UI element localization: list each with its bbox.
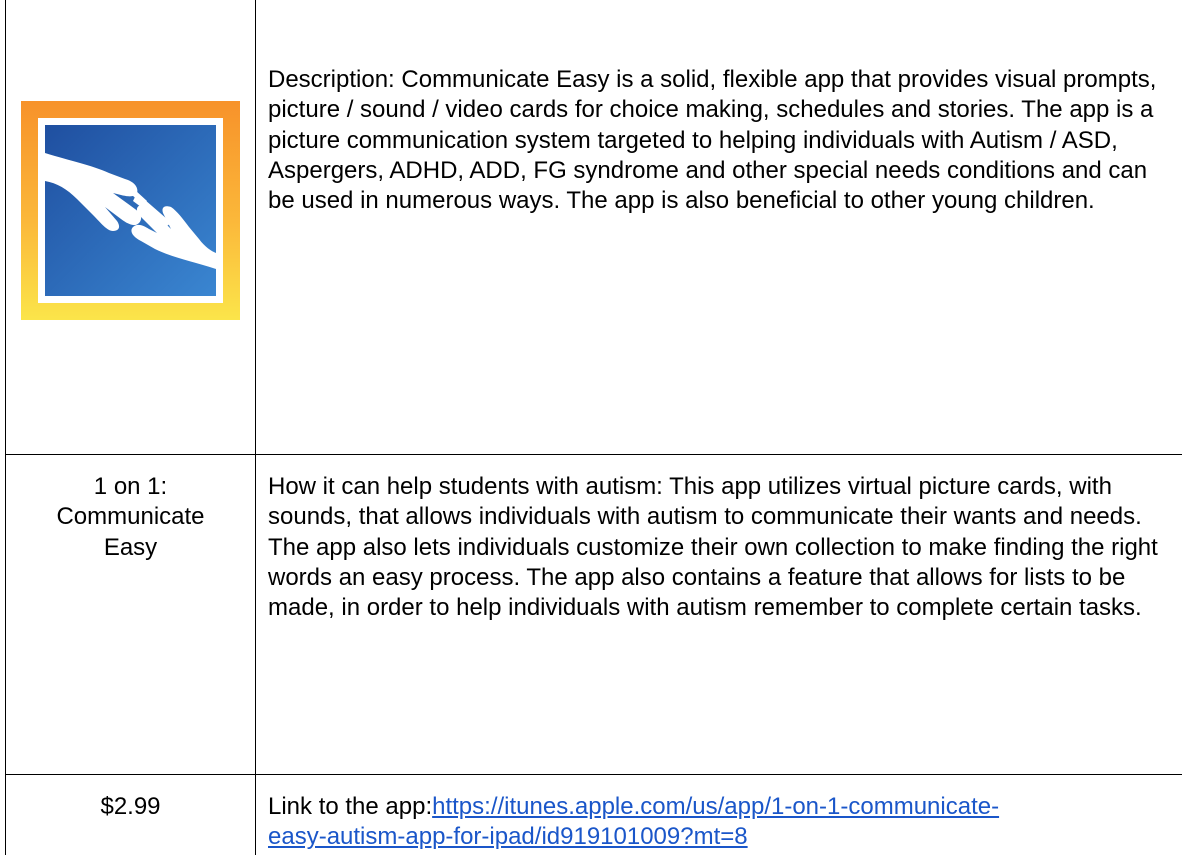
table-row-divider-2: [5, 774, 1182, 775]
table-row-divider-1: [5, 454, 1182, 455]
app-name-line-3: Easy: [103, 533, 158, 561]
app-name-line-2: Communicate: [56, 503, 205, 531]
app-price: $2.99: [100, 793, 161, 820]
table-column-divider: [255, 0, 256, 855]
app-store-link-part-2[interactable]: easy-autism-app-for-ipad/id919101009?mt=…: [268, 823, 748, 850]
app-store-link-part-1[interactable]: https://itunes.apple.com/us/app/1-on-1-c…: [432, 793, 999, 820]
app-name: 1 on 1: Communicate Easy: [6, 472, 255, 563]
table-left-border: [5, 0, 6, 855]
app-link-cell: Link to the app:https://itunes.apple.com…: [268, 792, 1173, 853]
app-description: Description: Communicate Easy is a solid…: [268, 66, 1157, 215]
communicate-easy-app-icon: [21, 101, 240, 320]
app-link-label: Link to the app:: [268, 793, 433, 820]
how-it-helps-text: How it can help students with autism: Th…: [268, 473, 1158, 622]
app-name-line-1: 1 on 1:: [93, 473, 168, 500]
